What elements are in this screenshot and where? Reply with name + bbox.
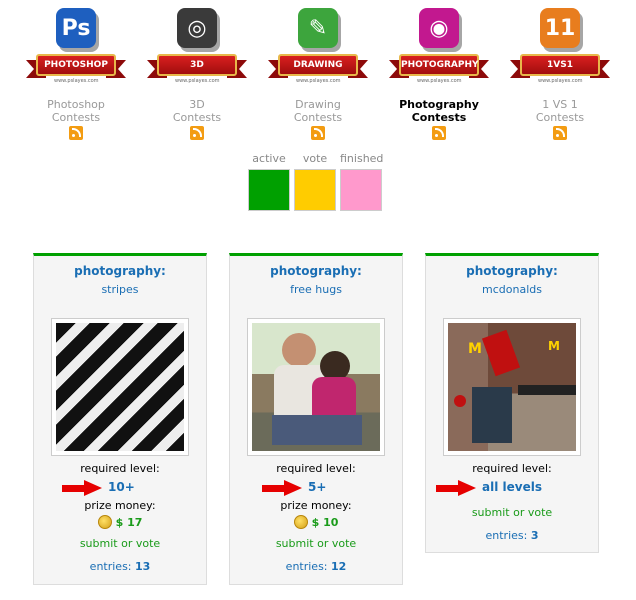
rss-feed-icon[interactable] xyxy=(553,126,567,140)
required-level-value: all levels xyxy=(482,480,542,494)
entries-count[interactable]: entries: 13 xyxy=(34,560,206,573)
badge-label: 1VS1 xyxy=(520,54,600,76)
entries-count[interactable]: entries: 3 xyxy=(426,529,598,542)
red-arrow-icon xyxy=(262,480,302,496)
drawing-badge[interactable]: ✎ DRAWING www.pslayes.com xyxy=(266,4,370,96)
submit-or-vote-link[interactable]: submit or vote xyxy=(426,506,598,519)
prize-money-label: prize money: xyxy=(84,499,156,512)
vote-swatch xyxy=(294,169,336,211)
category-photoshop[interactable]: Ps PHOTOSHOP www.pslayes.com Photoshop Co… xyxy=(16,0,136,140)
contest-card: photography: free hugs required level: 5… xyxy=(229,253,403,585)
red-arrow-icon xyxy=(436,480,476,496)
badge-label: 3D xyxy=(157,54,237,76)
3d-icon: ◎ xyxy=(177,8,217,48)
badge-label: DRAWING xyxy=(278,54,358,76)
required-level-label: required level: xyxy=(276,462,356,475)
category-photography[interactable]: ◉ PHOTOGRAPHY www.pslayes.com Photograph… xyxy=(379,0,499,140)
prize-money: $ 17 xyxy=(34,515,206,529)
prize-money: $ 10 xyxy=(230,515,402,529)
status-legend: active vote finished xyxy=(248,152,384,212)
contest-thumbnail[interactable]: M M xyxy=(443,318,581,456)
category-bar: Ps PHOTOSHOP www.pslayes.com Photoshop Co… xyxy=(16,0,620,140)
3d-badge[interactable]: ◎ 3D www.pslayes.com xyxy=(145,4,249,96)
badge-label: PHOTOSHOP xyxy=(36,54,116,76)
contest-title[interactable]: stripes xyxy=(34,283,206,296)
red-arrow-icon xyxy=(62,480,102,496)
prize-money-label: prize money: xyxy=(280,499,352,512)
entries-count[interactable]: entries: 12 xyxy=(230,560,402,573)
rss-feed-icon[interactable] xyxy=(190,126,204,140)
coins-icon xyxy=(97,515,112,529)
category-label[interactable]: Photoshop Contests xyxy=(16,98,136,124)
category-label[interactable]: 1 VS 1 Contests xyxy=(500,98,620,124)
1vs1-icon: 11 xyxy=(540,8,580,48)
1vs1-badge[interactable]: 11 1VS1 www.pslayes.com xyxy=(508,4,612,96)
category-drawing[interactable]: ✎ DRAWING www.pslayes.com Drawing Contest… xyxy=(258,0,378,140)
contest-type[interactable]: photography: xyxy=(230,264,402,278)
required-level-label: required level: xyxy=(472,462,552,475)
coins-icon xyxy=(293,515,308,529)
legend-active: active xyxy=(248,152,290,211)
category-1vs1[interactable]: 11 1VS1 www.pslayes.com 1 VS 1 Contests xyxy=(500,0,620,140)
contest-card: photography: mcdonalds M M required leve… xyxy=(425,253,599,553)
photoshop-icon: Ps xyxy=(56,8,96,48)
contest-thumbnail[interactable] xyxy=(51,318,189,456)
rss-feed-icon[interactable] xyxy=(432,126,446,140)
category-label-active[interactable]: Photography Contests xyxy=(379,98,499,124)
submit-or-vote-link[interactable]: submit or vote xyxy=(34,537,206,550)
legend-finished: finished xyxy=(340,152,383,211)
contest-card: photography: stripes required level: 10+… xyxy=(33,253,207,585)
contest-thumbnail[interactable] xyxy=(247,318,385,456)
contest-type[interactable]: photography: xyxy=(426,264,598,278)
submit-or-vote-link[interactable]: submit or vote xyxy=(230,537,402,550)
legend-vote: vote xyxy=(294,152,336,211)
category-label[interactable]: 3D Contests xyxy=(137,98,257,124)
photoshop-badge[interactable]: Ps PHOTOSHOP www.pslayes.com xyxy=(24,4,128,96)
required-level-value: 5+ xyxy=(308,480,327,494)
finished-swatch xyxy=(340,169,382,211)
rss-feed-icon[interactable] xyxy=(311,126,325,140)
active-swatch xyxy=(248,169,290,211)
contest-title[interactable]: mcdonalds xyxy=(426,283,598,296)
category-label[interactable]: Drawing Contests xyxy=(258,98,378,124)
required-level-label: required level: xyxy=(80,462,160,475)
photography-badge[interactable]: ◉ PHOTOGRAPHY www.pslayes.com xyxy=(387,4,491,96)
category-3d[interactable]: ◎ 3D www.pslayes.com 3D Contests xyxy=(137,0,257,140)
contest-title[interactable]: free hugs xyxy=(230,283,402,296)
camera-icon: ◉ xyxy=(419,8,459,48)
drawing-pencil-icon: ✎ xyxy=(298,8,338,48)
contest-type[interactable]: photography: xyxy=(34,264,206,278)
rss-feed-icon[interactable] xyxy=(69,126,83,140)
badge-label: PHOTOGRAPHY xyxy=(399,54,479,76)
required-level-value: 10+ xyxy=(108,480,135,494)
